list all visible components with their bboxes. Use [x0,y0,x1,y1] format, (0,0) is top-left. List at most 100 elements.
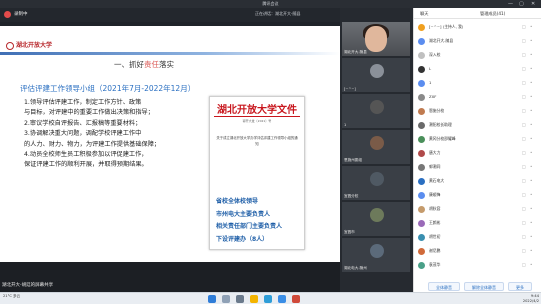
video-icon[interactable]: □ [522,92,526,102]
avatar [418,79,425,87]
member-row[interactable]: 谢尼鹏 □ • [418,246,538,256]
avatar [370,244,384,258]
duty-line: 2.审议学校自评报告、汇报稿等重要材料； [24,119,142,127]
avatar [418,23,425,31]
member-name: 胡秋容 [429,206,441,211]
minimize-button[interactable]: — [508,0,513,8]
video-tile[interactable]: [~^~] [342,58,410,92]
video-label: 宜昌分校 [344,194,359,198]
weather-widget[interactable]: 21°C 多云 [3,294,20,299]
unmute-all-button[interactable]: 解除全体静音 [464,282,504,291]
member-row[interactable]: 潮阳校长助理 □ • [418,120,538,130]
duty-line: 与目标，对评建中的重要工作做出决策和指导； [24,109,154,117]
member-row[interactable]: 康顺锋 □ • [418,190,538,200]
video-icon[interactable]: □ [522,246,526,256]
member-name: 湖北开大-随县 [429,38,454,43]
member-row[interactable]: L □ • [418,64,538,74]
search-icon[interactable] [222,295,230,303]
microphone-icon[interactable]: • [530,148,532,158]
microphone-icon[interactable]: • [530,64,532,74]
member-row[interactable]: 黄石电大 □ • [418,176,538,186]
video-label: 湖北开大-随县 [344,50,367,54]
member-row[interactable]: 湖北开大-随县 □ • [418,36,538,46]
video-tile[interactable]: 宜昌市 [342,202,410,236]
microphone-icon[interactable]: • [530,260,532,270]
video-icon[interactable]: □ [522,162,526,172]
microphone-icon[interactable]: • [530,106,532,116]
microphone-icon[interactable]: • [530,50,532,60]
member-name: 黄石电大 [429,178,445,183]
video-icon[interactable]: □ [522,120,526,130]
member-row[interactable]: 1 □ • [418,78,538,88]
microphone-icon[interactable]: • [530,232,532,242]
edge-icon[interactable] [264,295,272,303]
microphone-icon[interactable]: • [530,22,532,32]
member-row[interactable]: 恩施分校 □ • [418,106,538,116]
member-row[interactable]: 唐大力 □ • [418,148,538,158]
member-row[interactable]: 袁茂华 □ • [418,260,538,270]
tab-members[interactable]: 管理成员(41) [480,11,505,17]
microphone-icon[interactable]: • [530,36,532,46]
member-row[interactable]: 胡世初 □ • [418,232,538,242]
avatar [370,172,384,186]
member-row[interactable]: 郭潮同 □ • [418,162,538,172]
video-icon[interactable]: □ [522,204,526,214]
clock[interactable]: 9:44 2022/4/2 [512,294,539,304]
video-icon[interactable]: □ [522,78,526,88]
microphone-icon[interactable]: • [530,92,532,102]
microphone-icon[interactable]: • [530,204,532,214]
maximize-button[interactable]: ▢ [519,0,524,8]
speaking-indicator: 正在讲话：湖北开大-随县 [255,11,301,16]
taskbar: 21°C 多云 9:44 2022/4/2 [0,292,541,304]
video-icon[interactable]: □ [522,148,526,158]
start-icon[interactable] [208,295,216,303]
video-icon[interactable]: □ [522,176,526,186]
member-row[interactable]: [~^~] (主持人, 我) □ • [418,22,538,32]
video-icon[interactable]: □ [522,232,526,242]
close-button[interactable]: ✕ [531,0,535,8]
logo-text: 湖北开放大学 [16,42,53,49]
slide-subtitle: 评估评建工作领导小组（2021年7月-2022年12月） [20,84,196,93]
video-tile[interactable]: 湖北电大-随州 [342,238,410,272]
microphone-icon[interactable]: • [530,134,532,144]
record-label[interactable]: 录制中 [14,10,28,19]
microphone-icon[interactable]: • [530,78,532,88]
video-icon[interactable]: □ [522,190,526,200]
tab-chat[interactable]: 聊天 [420,11,428,17]
avatar [370,208,384,222]
video-tile[interactable]: 湖北开大-随县 [342,22,410,56]
video-icon[interactable]: □ [522,106,526,116]
video-icon[interactable]: □ [522,36,526,46]
folder-icon[interactable] [250,295,258,303]
video-tile[interactable]: 1 [342,94,410,128]
video-icon[interactable]: □ [522,218,526,228]
member-row[interactable]: 胡秋容 □ • [418,204,538,214]
avatar [418,191,425,199]
microphone-icon[interactable]: • [530,218,532,228]
app-icon[interactable] [292,295,300,303]
member-row[interactable]: 王颜彬 □ • [418,218,538,228]
video-icon[interactable]: □ [522,22,526,32]
avatar [418,205,425,213]
video-icon[interactable]: □ [522,64,526,74]
video-icon[interactable]: □ [522,50,526,60]
microphone-icon[interactable]: • [530,176,532,186]
video-icon[interactable]: □ [522,260,526,270]
video-icon[interactable]: □ [522,134,526,144]
slide-heading: 一、抓好责任落实 [114,59,174,70]
task-view-icon[interactable] [236,295,244,303]
microphone-icon[interactable]: • [530,246,532,256]
member-row[interactable]: ZXF □ • [418,92,538,102]
member-row[interactable]: 黄冈分校邵耀峰 □ • [418,134,538,144]
mute-all-button[interactable]: 全体静音 [428,282,460,291]
video-tile[interactable]: 宜昌分校 [342,166,410,200]
more-button[interactable]: 更多 [508,282,532,291]
member-list: 省校全体校领导 市州电大主要负责人 相关责任部门主要负责人 下设评建办（8人） [216,196,306,246]
video-tile[interactable]: 恩施州委组 [342,130,410,164]
microphone-icon[interactable]: • [530,162,532,172]
microphone-icon[interactable]: • [530,190,532,200]
meeting-app-icon[interactable] [278,295,286,303]
microphone-icon[interactable]: • [530,120,532,130]
participant-face [365,26,387,52]
member-row[interactable]: 深入校 □ • [418,50,538,60]
